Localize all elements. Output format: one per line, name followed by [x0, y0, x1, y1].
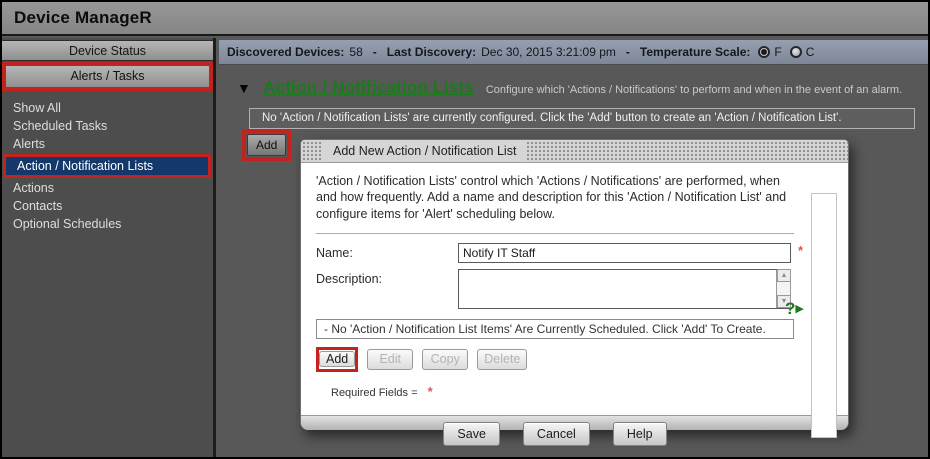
sidebar-item-actions[interactable]: Actions: [2, 179, 213, 197]
dialog-titlebar[interactable]: Add New Action / Notification List: [301, 140, 848, 163]
item-button-row: Add Edit Copy Delete: [316, 346, 848, 372]
add-item-highlight-box: Add: [316, 346, 359, 372]
separator: -: [372, 45, 377, 59]
add-item-button[interactable]: Add: [319, 350, 356, 367]
page-subtitle: Configure which 'Actions / Notifications…: [485, 84, 903, 96]
help-button[interactable]: Help: [612, 421, 667, 446]
app-header: Device ManageR: [2, 2, 928, 36]
sidebar-section-device-status[interactable]: Device Status: [2, 40, 213, 61]
add-button-highlight-box: Add: [242, 129, 292, 161]
required-asterisk: *: [798, 242, 804, 258]
scrollbar-track[interactable]: [777, 281, 791, 296]
save-button[interactable]: Save: [443, 421, 500, 446]
sidebar-item-show-all[interactable]: Show All: [2, 99, 213, 117]
dialog-footer-buttons: Save Cancel Help: [316, 421, 794, 446]
description-textarea-frame: ▲ ▼: [458, 268, 791, 309]
add-list-button[interactable]: Add: [247, 134, 287, 156]
help-hint-icon[interactable]: ?▶: [785, 299, 804, 319]
scroll-up-icon[interactable]: ▲: [777, 268, 791, 282]
required-asterisk: *: [427, 383, 433, 399]
dialog-body: 'Action / Notification Lists' control wh…: [301, 163, 848, 446]
app-title: Device ManageR: [14, 8, 152, 27]
sidebar-item-scheduled-tasks[interactable]: Scheduled Tasks: [2, 117, 213, 135]
cancel-button[interactable]: Cancel: [522, 421, 590, 446]
sidebar-item-contacts[interactable]: Contacts: [2, 197, 213, 215]
required-fields-label: Required Fields =: [331, 386, 418, 399]
question-mark-icon: ?: [785, 299, 796, 318]
page-title[interactable]: Action / Notification Lists: [263, 77, 474, 98]
name-label: Name:: [316, 245, 353, 260]
dialog-side-scroll-panel[interactable]: [811, 193, 837, 438]
required-fields-note: Required Fields = *: [331, 384, 848, 399]
celsius-radio[interactable]: [789, 46, 802, 58]
dialog-title: Add New Action / Notification List: [323, 141, 527, 161]
divider: [316, 232, 794, 234]
last-discovery-value: Dec 30, 2015 3:21:09 pm: [481, 45, 616, 59]
last-discovery-label: Last Discovery:: [386, 45, 477, 59]
sidebar-item-action-notification-lists[interactable]: Action / Notification Lists: [3, 154, 211, 178]
copy-item-button[interactable]: Copy: [422, 348, 469, 370]
arrow-right-icon: ▶: [795, 303, 804, 315]
collapse-triangle-icon[interactable]: ▼: [237, 80, 251, 96]
sidebar-menu: Show All Scheduled Tasks Alerts Action /…: [2, 99, 213, 233]
description-row: Description: ▲ ▼: [316, 268, 848, 309]
fahrenheit-label: F: [774, 45, 782, 59]
add-list-dialog: Add New Action / Notification List 'Acti…: [300, 139, 849, 446]
sidebar: Device Status Alerts / Tasks Show All Sc…: [2, 38, 216, 457]
app-window: Device ManageR Device Status Alerts / Ta…: [0, 0, 930, 459]
dialog-description: 'Action / Notification Lists' control wh…: [316, 174, 787, 221]
name-row: Name: *: [316, 242, 848, 263]
edit-item-button[interactable]: Edit: [367, 348, 414, 370]
name-input[interactable]: [458, 242, 791, 263]
sidebar-item-optional-schedules[interactable]: Optional Schedules: [2, 215, 213, 233]
empty-list-message: No 'Action / Notification Lists' are cur…: [249, 108, 915, 129]
description-label: Description:: [316, 271, 382, 286]
section-heading-row: ▼ Action / Notification Lists Configure …: [237, 77, 927, 98]
temperature-scale-label: Temperature Scale:: [639, 45, 751, 59]
description-textarea[interactable]: [459, 269, 776, 308]
items-empty-message: - No 'Action / Notification List Items' …: [316, 318, 794, 339]
status-bar: Discovered Devices: 58 - Last Discovery:…: [219, 40, 928, 65]
sidebar-section-alerts-tasks[interactable]: Alerts / Tasks: [2, 62, 213, 91]
sidebar-item-alerts[interactable]: Alerts: [2, 135, 213, 153]
delete-item-button[interactable]: Delete: [477, 348, 528, 370]
celsius-label: C: [805, 45, 815, 59]
separator: -: [625, 45, 630, 59]
discovered-devices-label: Discovered Devices:: [227, 45, 345, 59]
fahrenheit-radio[interactable]: [758, 46, 771, 58]
discovered-devices-value: 58: [349, 45, 363, 59]
